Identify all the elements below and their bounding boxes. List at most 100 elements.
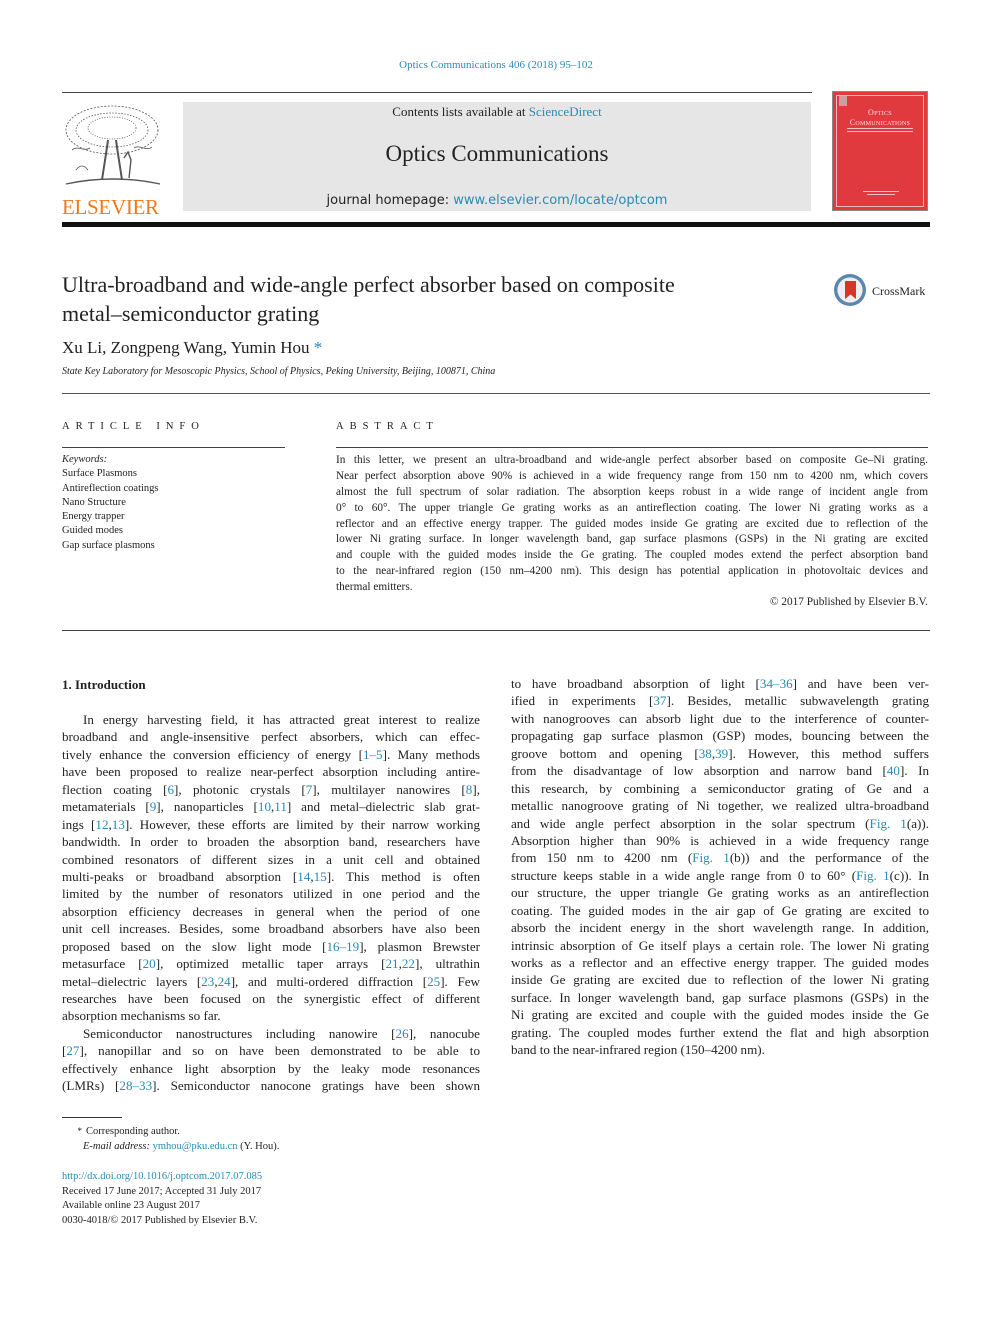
- abstract-line: almost the full spectrum of solar radiat…: [336, 485, 928, 498]
- body-text: ], nanocube: [408, 1025, 480, 1041]
- body-text: ], nanoparticles [: [156, 799, 258, 815]
- citation-link[interactable]: 13: [112, 817, 125, 832]
- citation-link[interactable]: 12: [95, 817, 108, 832]
- citation-link[interactable]: 37: [653, 693, 666, 708]
- journal-citation-link[interactable]: Optics Communications 406 (2018) 95–102: [399, 59, 593, 71]
- keywords-list: Keywords: Surface Plasmons Antireflectio…: [62, 453, 159, 553]
- journal-cover-thumbnail[interactable]: Optics Communications: [832, 91, 928, 211]
- body-text-line: metallic nanogroove grating of Ni togeth…: [511, 797, 929, 814]
- citation-link[interactable]: 23: [201, 974, 214, 989]
- citation-link[interactable]: 22: [402, 956, 415, 971]
- body-text-line: metasurface [20], optimized metallic tap…: [62, 955, 480, 972]
- body-text-line: metal–dielectric layers [23,24], and mul…: [62, 973, 480, 990]
- keyword-item: Energy trapper: [62, 511, 125, 523]
- body-text: grating. The coupled modes further exten…: [511, 1024, 929, 1040]
- body-text: unit cell increases. Besides, some broad…: [62, 921, 480, 937]
- body-text: tively enhance the conversion efficiency…: [62, 746, 363, 762]
- body-text-line: this research, by combining a semiconduc…: [511, 780, 929, 797]
- journal-citation[interactable]: Optics Communications 406 (2018) 95–102: [0, 59, 992, 71]
- citation-link[interactable]: 10: [258, 799, 271, 814]
- body-text: ified in experiments [: [511, 693, 654, 709]
- body-text-line: coating. The guided modes in the air gap…: [511, 902, 929, 919]
- keyword-item: Guided modes: [62, 525, 123, 537]
- email-link[interactable]: ymhou@pku.edu.cn: [153, 1141, 238, 1152]
- body-text-line: have been proposed to realize near-perfe…: [62, 763, 480, 780]
- article-info-heading: ARTICLE INFO: [62, 421, 205, 432]
- body-text: and wide angle perfect absorption in the…: [511, 815, 870, 831]
- citation-link[interactable]: 39: [715, 746, 728, 761]
- body-text-line: groove bottom and opening [38,39]. Howev…: [511, 745, 929, 762]
- journal-masthead: Contents lists available at ScienceDirec…: [183, 102, 811, 211]
- body-text-line: surface. In longer wavelength band, gap …: [511, 989, 929, 1006]
- body-text: (LMRs) [: [62, 1078, 120, 1094]
- cover-text-line: [863, 191, 899, 192]
- citation-link[interactable]: 38: [699, 746, 712, 761]
- body-text: ]. This method is often: [326, 868, 480, 884]
- citation-link[interactable]: 40: [887, 763, 900, 778]
- contents-line: Contents lists available at ScienceDirec…: [183, 104, 811, 120]
- crossmark-badge[interactable]: CrossMark: [834, 274, 934, 310]
- body-text: ] and metal–dielectric slab grat-: [286, 799, 480, 815]
- body-text-line: absorption efficiency decreases in gener…: [62, 903, 480, 920]
- body-text: propagating gap surface plasmon (GSP) mo…: [511, 728, 929, 744]
- body-text: metallic nanogroove grating of Ni togeth…: [511, 798, 929, 814]
- email-label: E-mail address:: [83, 1141, 150, 1152]
- abstract-line: thermal emitters.: [336, 581, 413, 594]
- body-text: limited by the number of resonators util…: [62, 886, 480, 902]
- sciencedirect-link[interactable]: ScienceDirect: [529, 104, 602, 119]
- citation-link[interactable]: Fig. 1: [870, 816, 907, 831]
- body-text-line: band to the near-infrared region (150–42…: [511, 1041, 929, 1058]
- keyword-item: Nano Structure: [62, 496, 126, 508]
- body-text: flection coating [: [62, 781, 168, 797]
- citation-link[interactable]: 21: [386, 956, 399, 971]
- citation-link[interactable]: 24: [218, 974, 231, 989]
- email-suffix: (Y. Hou).: [237, 1141, 280, 1152]
- body-column-right: to have broadband absorption of light [3…: [511, 675, 929, 1059]
- body-text: ]. However, these efforts are limited by…: [124, 816, 480, 832]
- available-online-date: Available online 23 August 2017: [62, 1200, 201, 1212]
- body-text: ings [: [62, 816, 96, 832]
- body-text-line: inside Ge grating are excited due to ref…: [511, 971, 929, 988]
- body-text: our structure, the upper triangle Ge gra…: [511, 885, 929, 901]
- citation-link[interactable]: 15: [314, 869, 327, 884]
- citation-link[interactable]: 14: [297, 869, 310, 884]
- citation-link[interactable]: 1–5: [363, 747, 383, 762]
- body-text-line: broadband and angle-insensitive perfect …: [62, 728, 480, 745]
- homepage-prefix: journal homepage:: [326, 193, 454, 208]
- citation-link[interactable]: 27: [66, 1043, 79, 1058]
- body-text: proposed based on the slow light mode [: [62, 938, 327, 954]
- body-text-line: combined resonators of different sizes i…: [62, 851, 480, 868]
- citation-link[interactable]: 11: [274, 799, 287, 814]
- abstract-line: Near perfect absorption above 90% is ach…: [336, 469, 928, 482]
- body-text: ]. However, this method suffers: [728, 745, 929, 761]
- citation-link[interactable]: 34–36: [760, 676, 793, 691]
- body-text-line: metamaterials [9], nanoparticles [10,11]…: [62, 798, 480, 815]
- body-text-line: intrinsic absorption of Ge itself plays …: [511, 937, 929, 954]
- citation-link[interactable]: Fig. 1: [856, 868, 890, 883]
- contents-prefix: Contents lists available at: [392, 104, 529, 119]
- body-text: Semiconductor nanostructures including n…: [83, 1025, 396, 1041]
- body-text: to have broadband absorption of light [: [511, 676, 760, 691]
- body-text: ]. Many methods: [382, 746, 480, 762]
- citation-link[interactable]: Fig. 1: [692, 850, 730, 865]
- citation-link[interactable]: 26: [396, 1026, 409, 1041]
- corresponding-author-mark[interactable]: *: [314, 338, 323, 357]
- body-text: Absorption higher than 90% is achieved i…: [511, 832, 929, 848]
- body-text: (a)).: [906, 815, 930, 831]
- citation-link[interactable]: 28–33: [119, 1078, 152, 1093]
- corresponding-author-note: Corresponding author.: [86, 1126, 180, 1137]
- doi-link[interactable]: http://dx.doi.org/10.1016/j.optcom.2017.…: [62, 1171, 262, 1182]
- citation-link[interactable]: 20: [143, 956, 156, 971]
- body-text: band to the near-infrared region (150–42…: [511, 1042, 765, 1058]
- body-text: structure keeps stable in a wide angle r…: [511, 867, 857, 883]
- body-column-left: In energy harvesting field, it has attra…: [62, 711, 480, 1095]
- journal-homepage-link[interactable]: www.elsevier.com/locate/optcom: [453, 193, 667, 208]
- citation-link[interactable]: 25: [427, 974, 440, 989]
- citation-link[interactable]: 16–19: [326, 939, 359, 954]
- body-text: works as a reflector and an effective en…: [511, 955, 929, 970]
- body-text: In energy harvesting field, it has attra…: [83, 712, 480, 727]
- section-rule: [62, 393, 930, 394]
- body-text-line: to have broadband absorption of light [3…: [511, 675, 929, 692]
- elsevier-logo[interactable]: ELSEVIER: [62, 100, 162, 218]
- footnote: * Corresponding author. E-mail address: y…: [62, 1124, 280, 1154]
